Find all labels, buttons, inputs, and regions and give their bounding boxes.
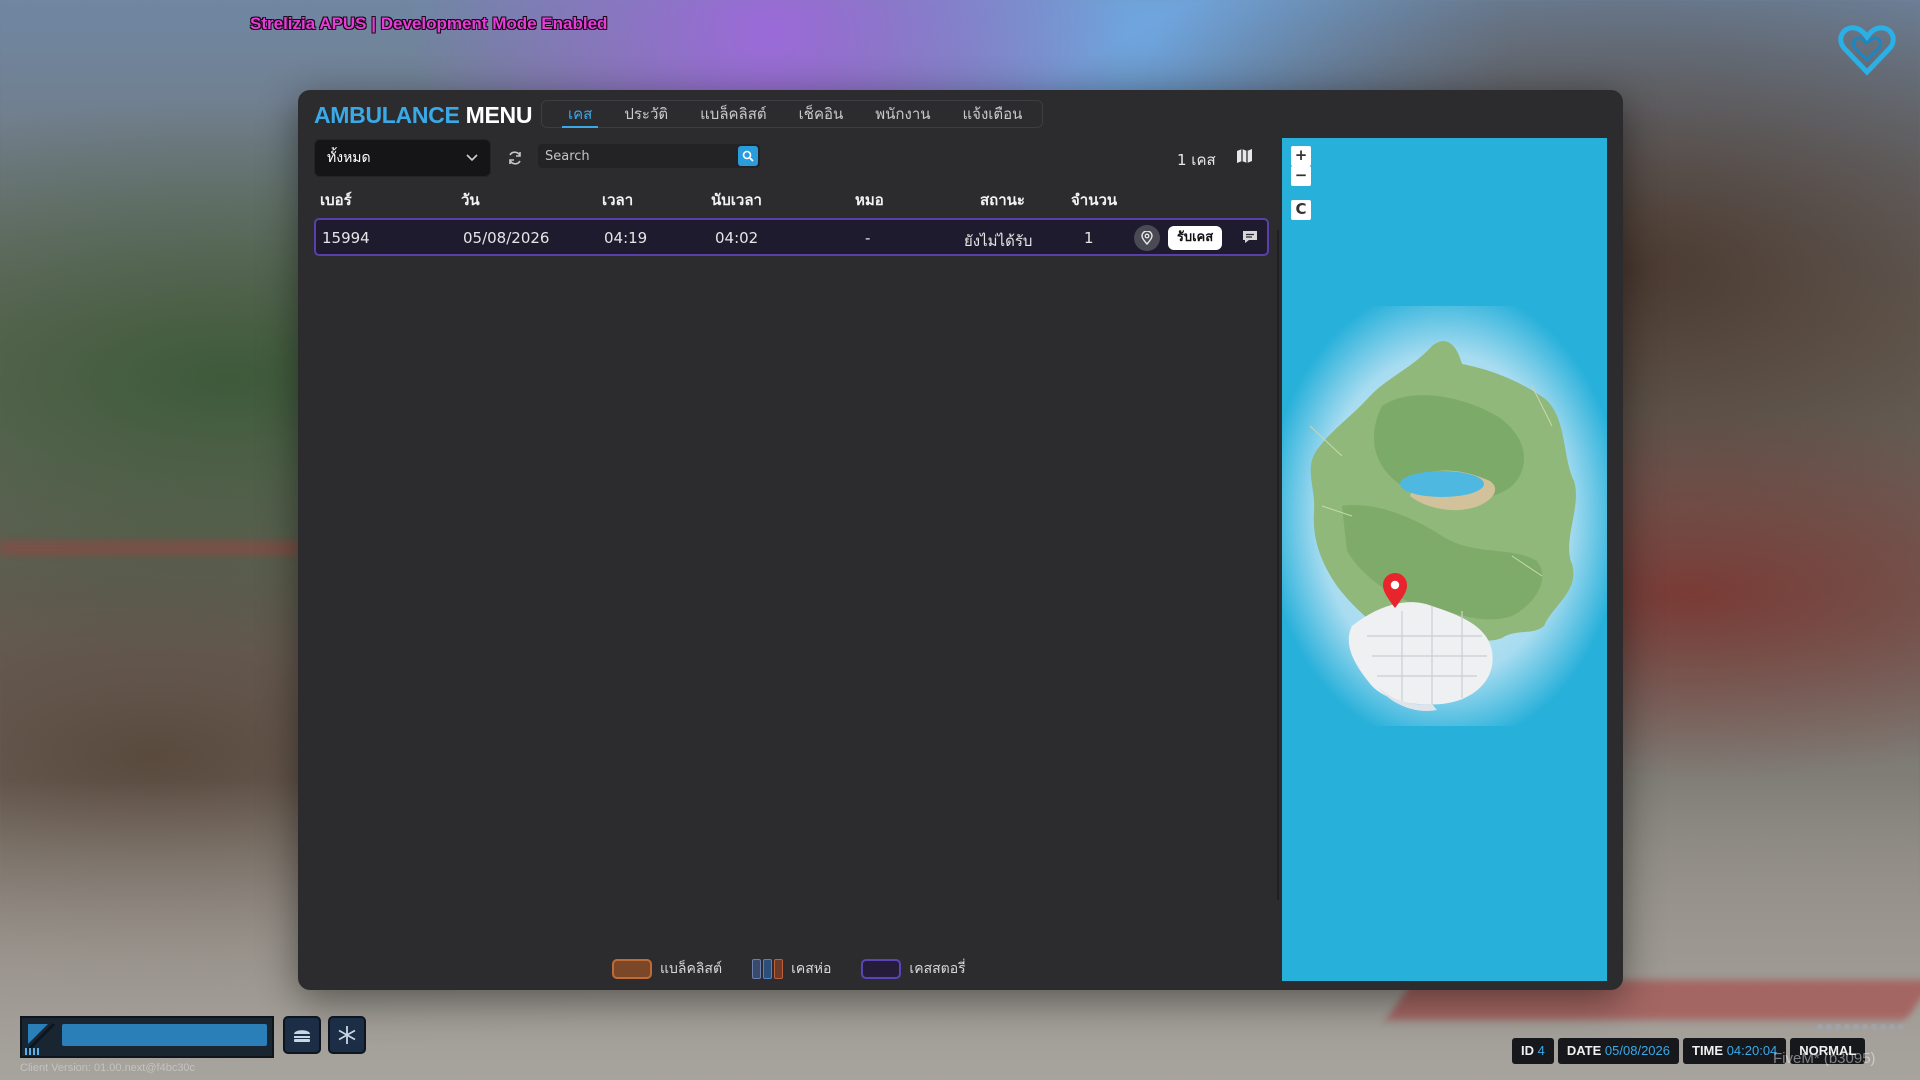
app-title: AMBULANCE MENU — [314, 102, 532, 129]
legend-stacked-label: เคสห่อ — [791, 961, 832, 977]
signal-bars-icon — [25, 1048, 39, 1055]
filter-dropdown[interactable]: ทั้งหมด — [314, 139, 491, 177]
legend-blacklist: แบล็คลิสต์ — [612, 958, 722, 980]
row-time: 04:19 — [604, 229, 648, 247]
case-count: 1 เคส — [1177, 151, 1216, 169]
tab-blacklist[interactable]: แบล็คลิสต์ — [684, 101, 783, 127]
island-map — [1282, 306, 1607, 726]
legend-stacked-swatch — [752, 959, 784, 979]
date-value: 05/08/2026 — [1604, 1043, 1670, 1058]
legend-stacked: เคสห่อ — [752, 958, 831, 980]
legend: แบล็คลิสต์ เคสห่อ เคสสตอรี่ — [612, 958, 996, 980]
ambulance-menu-panel: AMBULANCE MENU เคส ประวัติ แบล็คลิสต์ เช… — [298, 90, 1623, 990]
row-date: 05/08/2026 — [463, 229, 550, 247]
chat-icon[interactable] — [1241, 229, 1259, 245]
app-title-part1: AMBULANCE — [314, 102, 460, 128]
col-header-doctor: หมอ — [855, 191, 884, 209]
locate-button[interactable] — [1134, 225, 1160, 251]
search-button[interactable] — [738, 146, 758, 166]
time-value: 04:20:04 — [1726, 1043, 1778, 1058]
legend-story-swatch — [861, 959, 902, 979]
filter-dropdown-value: ทั้งหมด — [327, 150, 371, 166]
legend-story-label: เคสสตอรี่ — [909, 961, 966, 977]
player-id-label: ID — [1521, 1043, 1534, 1058]
health-bar — [62, 1024, 267, 1046]
dev-mode-banner: Strelizia APUS | Development Mode Enable… — [250, 14, 608, 33]
row-number: 15994 — [322, 229, 370, 247]
map-view[interactable]: + − C — [1282, 138, 1607, 981]
zoom-out-button[interactable]: − — [1291, 166, 1311, 186]
row-elapsed: 04:02 — [715, 229, 759, 247]
hud-food-button — [283, 1016, 321, 1054]
zoom-in-button[interactable]: + — [1291, 146, 1311, 166]
row-doctor: - — [865, 229, 871, 247]
col-header-elapsed: นับเวลา — [711, 191, 762, 209]
burger-icon — [294, 1030, 310, 1042]
map-icon[interactable] — [1236, 148, 1253, 164]
col-header-number: เบอร์ — [320, 191, 352, 209]
row-status: ยังไม่ได้รับ — [964, 232, 1033, 250]
search-input[interactable] — [545, 148, 735, 164]
search-box — [538, 144, 760, 168]
hud-temperature-button — [328, 1016, 366, 1054]
tab-notifications[interactable]: แจ้งเตือน — [947, 101, 1039, 127]
app-title-part2: MENU — [465, 102, 533, 128]
background-curb-left — [0, 540, 300, 556]
client-version: Client Version: 01.00.next@f4bc30c — [20, 1062, 196, 1074]
refresh-icon[interactable] — [507, 150, 523, 166]
col-header-status: สถานะ — [980, 191, 1025, 209]
accept-case-button[interactable]: รับเคส — [1168, 226, 1222, 250]
heart-logo-icon — [1838, 25, 1896, 76]
date-label: DATE — [1566, 1043, 1602, 1058]
player-status-hud — [20, 1016, 274, 1058]
player-id-value: 4 — [1537, 1043, 1545, 1058]
time-display: TIME 04:20:04 — [1683, 1038, 1787, 1064]
center-map-button[interactable]: C — [1291, 200, 1311, 220]
col-header-count: จำนวน — [1071, 191, 1118, 209]
tab-history[interactable]: ประวัติ — [608, 101, 684, 127]
snowflake-icon — [338, 1026, 356, 1044]
scrollbar-track[interactable] — [1277, 230, 1279, 900]
fivem-version: FiveM* (b3095) — [1773, 1050, 1876, 1067]
tab-cases[interactable]: เคส — [552, 101, 608, 128]
chevron-down-icon — [466, 154, 478, 162]
table-row[interactable]: 15994 05/08/2026 04:19 04:02 - ยังไม่ได้… — [314, 218, 1269, 256]
col-header-time: เวลา — [602, 191, 634, 209]
legend-blacklist-swatch — [612, 959, 652, 979]
time-label: TIME — [1692, 1043, 1724, 1058]
legend-story: เคสสตอรี่ — [861, 958, 966, 980]
tab-checkin[interactable]: เช็คอิน — [783, 101, 860, 127]
col-header-date: วัน — [461, 191, 480, 209]
location-pin-icon — [1141, 231, 1153, 245]
row-count: 1 — [1084, 229, 1094, 247]
tab-staff[interactable]: พนักงาน — [859, 101, 946, 127]
player-id: ID 4 — [1512, 1038, 1554, 1064]
indicator-dots — [1817, 1024, 1904, 1030]
table-header: เบอร์ วัน เวลา นับเวลา หมอ สถานะ จำนวน — [314, 188, 1117, 209]
legend-blacklist-label: แบล็คลิสต์ — [660, 961, 723, 977]
date-display: DATE 05/08/2026 — [1557, 1038, 1679, 1064]
search-icon — [742, 150, 754, 162]
location-marker-icon — [1383, 573, 1407, 608]
tab-bar: เคส ประวัติ แบล็คลิสต์ เช็คอิน พนักงาน แ… — [541, 100, 1043, 128]
